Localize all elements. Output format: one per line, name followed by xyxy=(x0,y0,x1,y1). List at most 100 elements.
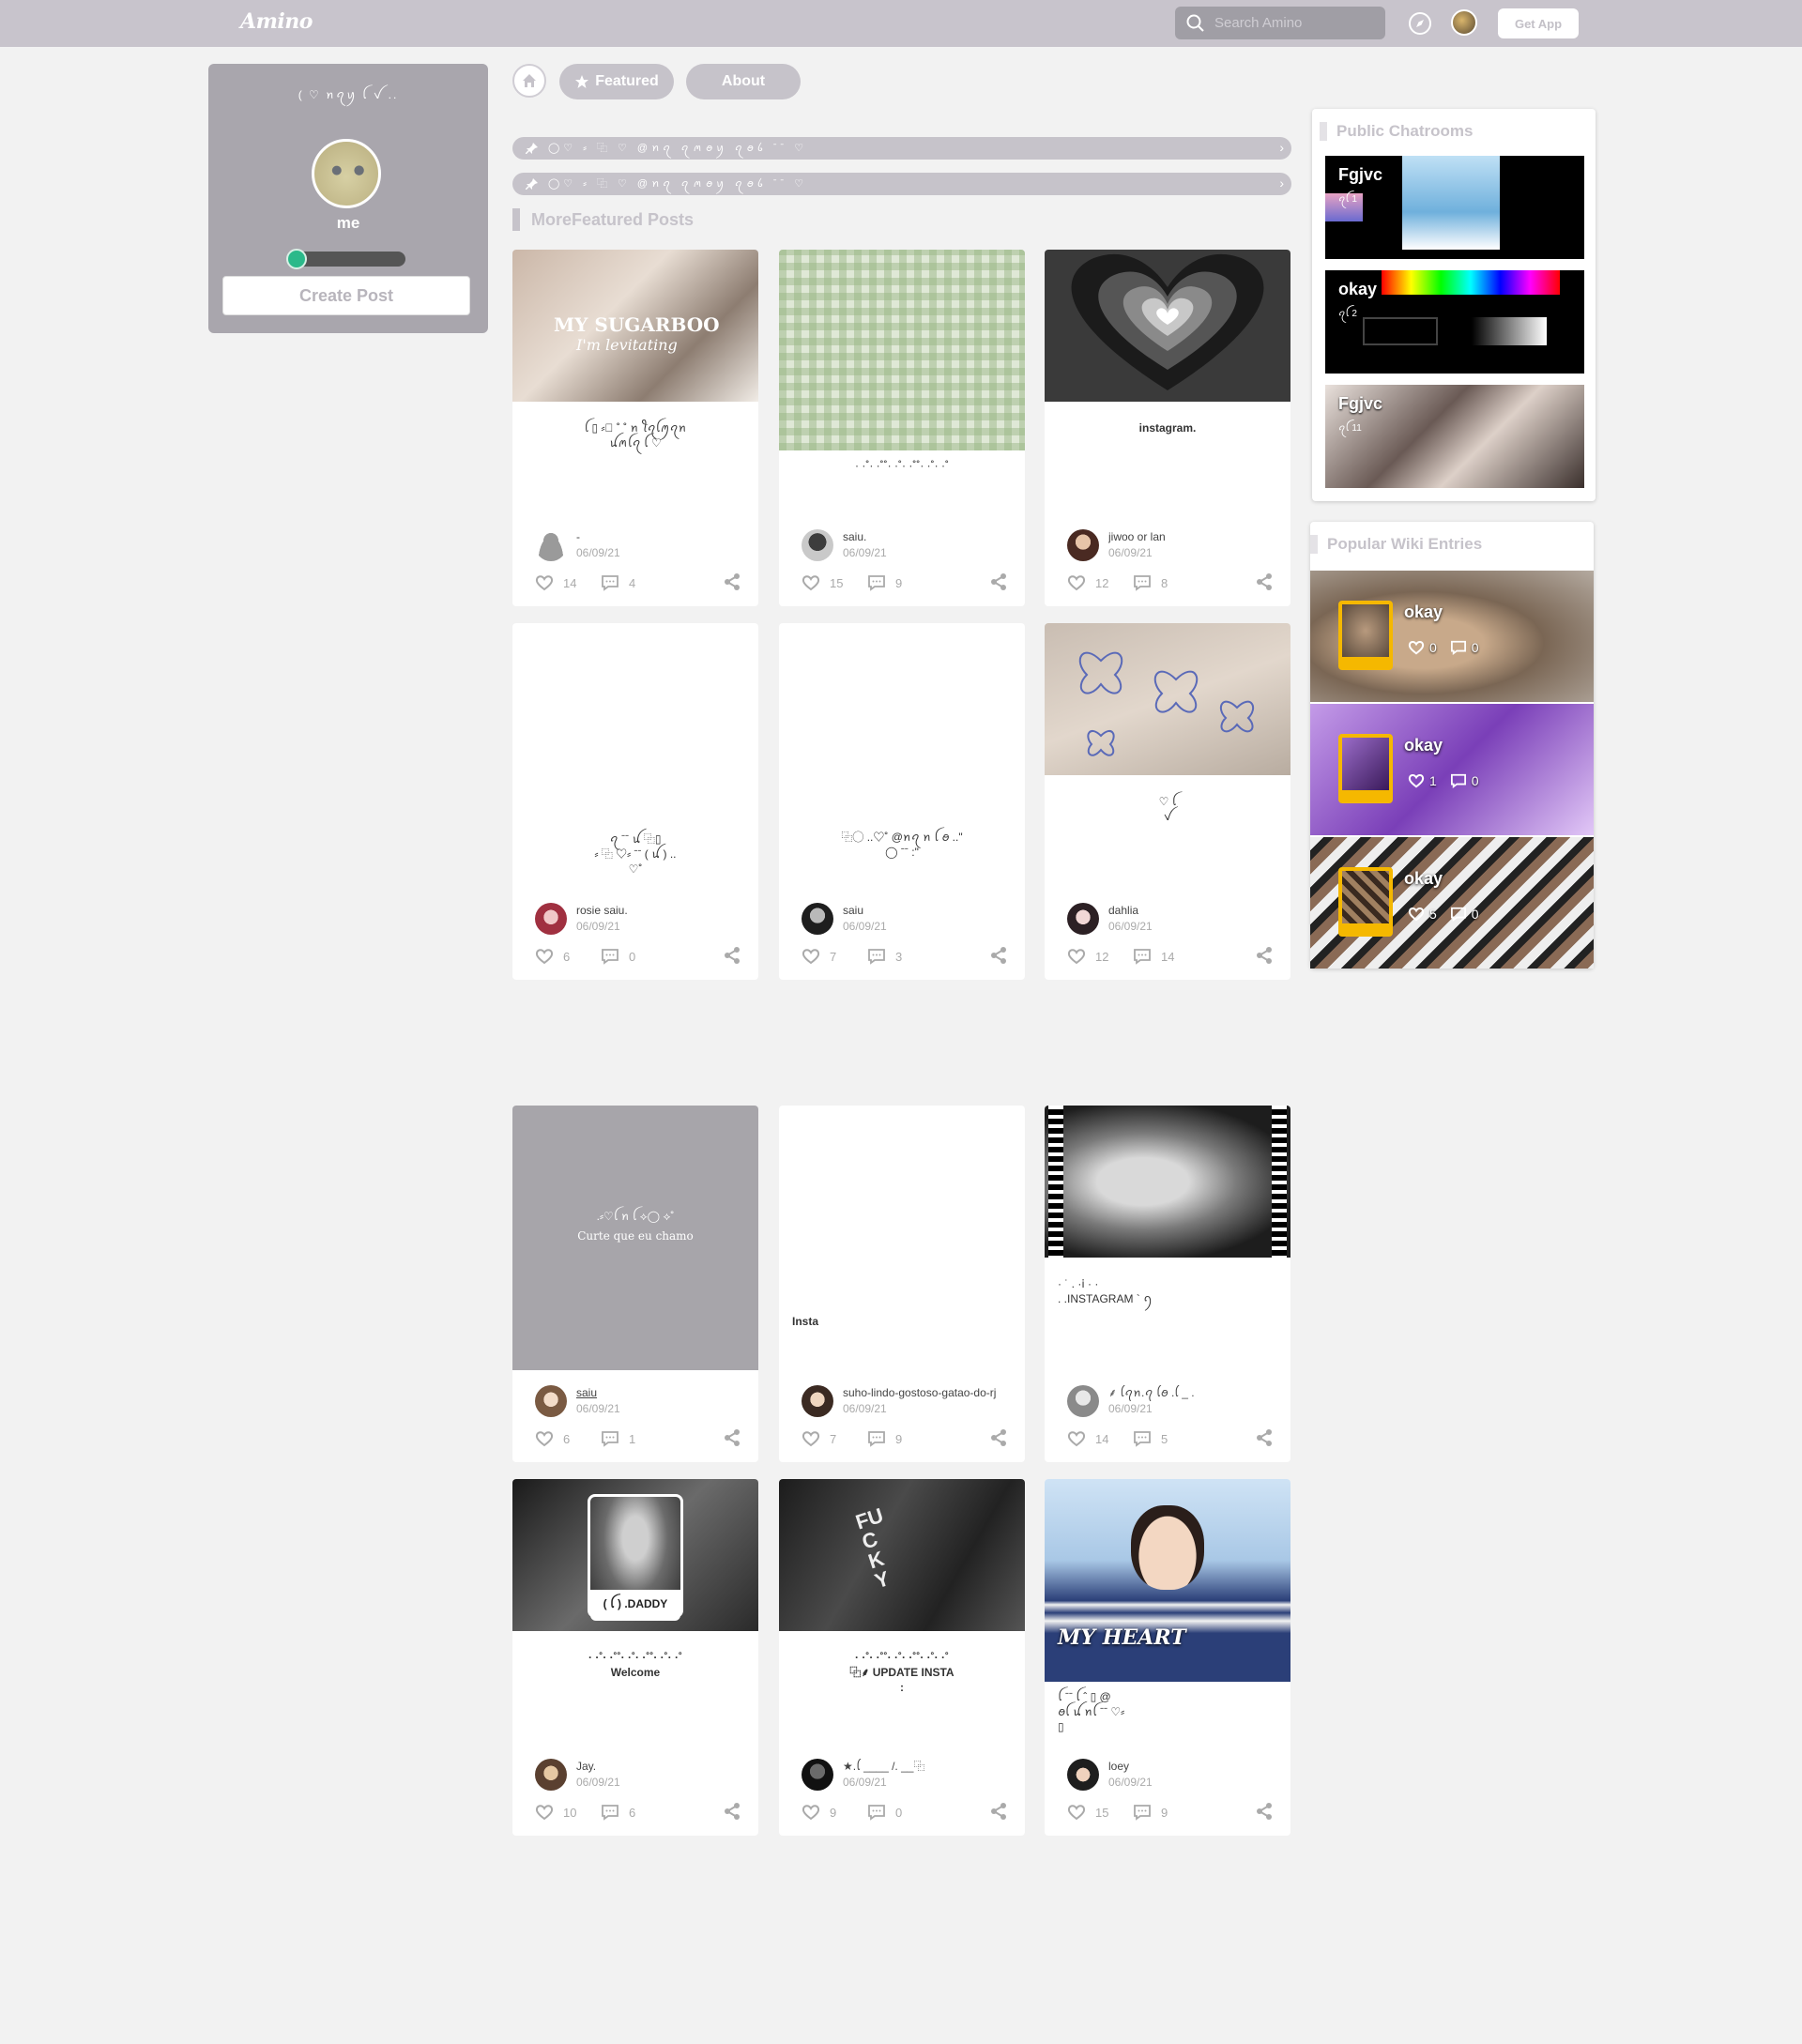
post-card[interactable]: · ˙ . ·ⅰ · · . .INSTAGRAM ` ꪆ ⸙ ꪶꪖꪀ.ꪖ ꪶꪮ… xyxy=(1045,1106,1290,1462)
profile-avatar[interactable] xyxy=(312,139,381,208)
share-button[interactable] xyxy=(723,572,741,594)
post-card[interactable]: · ·˚· ·˚˚· ·˚· ·˚˚· ·˚· ·˚ saiu. 06/09/21… xyxy=(779,250,1025,606)
comment-button[interactable]: 1 xyxy=(601,1430,666,1447)
post-author[interactable]: ⸙ ꪶꪖꪀ.ꪖ ꪶꪮ .ꪶ _ . 06/09/21 xyxy=(1067,1385,1195,1417)
home-button[interactable] xyxy=(512,64,546,98)
profile-name[interactable]: me xyxy=(208,214,488,233)
post-card[interactable]: .⸗♡ꪶ ꪀ ꪶ ⟡◯ ⟡˚ Curte que eu chamo saiu 06… xyxy=(512,1106,758,1462)
amino-logo[interactable]: Amino xyxy=(240,9,313,34)
post-author[interactable]: rosie saiu. 06/09/21 xyxy=(535,903,628,935)
wiki-likes[interactable]: 0 xyxy=(1408,640,1437,655)
author-name[interactable]: rosie saiu. xyxy=(576,903,628,919)
author-name[interactable]: Jay. xyxy=(576,1759,620,1775)
pinned-announcement[interactable]: ◯♡ ⸗ ⿻ ♡ @ꪀꪖ ꪖꪔꪮꪗ ꪖꪮꪉ ˉˉ ♡ › xyxy=(512,137,1291,160)
like-button[interactable]: 15 xyxy=(802,574,867,591)
chatroom-item[interactable]: Fgjvc ꪖꪶ 1 xyxy=(1325,156,1584,259)
author-name[interactable]: suho-lindo-gostoso-gatao-do-rj xyxy=(843,1385,996,1401)
wiki-comments[interactable]: 0 xyxy=(1450,773,1479,788)
author-name[interactable]: dahlia xyxy=(1108,903,1153,919)
author-name[interactable]: saiu xyxy=(843,903,887,919)
tab-featured[interactable]: Featured xyxy=(559,64,674,99)
post-author[interactable]: -06/09/21 xyxy=(535,529,620,561)
post-author[interactable]: Jay. 06/09/21 xyxy=(535,1759,620,1791)
comment-button[interactable]: 0 xyxy=(601,948,666,965)
share-button[interactable] xyxy=(723,1428,741,1450)
search-box[interactable] xyxy=(1175,7,1385,39)
share-button[interactable] xyxy=(1255,1802,1274,1823)
wiki-entry[interactable]: okay 1 0 xyxy=(1310,704,1594,835)
post-author[interactable]: jiwoo or lan 06/09/21 xyxy=(1067,529,1166,561)
heart-icon xyxy=(802,575,820,591)
wiki-comments[interactable]: 0 xyxy=(1450,907,1479,922)
compass-icon[interactable] xyxy=(1408,11,1432,36)
like-button[interactable]: 7 xyxy=(802,948,867,965)
comment-button[interactable]: 9 xyxy=(1133,1804,1199,1821)
post-author[interactable]: dahlia 06/09/21 xyxy=(1067,903,1153,935)
comment-button[interactable]: 4 xyxy=(601,574,666,591)
comment-button[interactable]: 9 xyxy=(867,1430,933,1447)
post-author[interactable]: saiu 06/09/21 xyxy=(802,903,887,935)
author-name[interactable]: - xyxy=(576,529,620,545)
get-app-button[interactable]: Get App xyxy=(1498,8,1579,38)
like-button[interactable]: 14 xyxy=(535,574,601,591)
comment-button[interactable]: 0 xyxy=(867,1804,933,1821)
post-author[interactable]: ★.ꪶ ____ /. __⿻ 06/09/21 xyxy=(802,1759,924,1791)
post-card[interactable]: instagram. jiwoo or lan 06/09/21 12 8 xyxy=(1045,250,1290,606)
share-button[interactable] xyxy=(1255,1428,1274,1450)
comment-button[interactable]: 6 xyxy=(601,1804,666,1821)
like-button[interactable]: 14 xyxy=(1067,1430,1133,1447)
search-input[interactable] xyxy=(1214,15,1374,31)
author-avatar xyxy=(1067,1385,1099,1417)
comment-button[interactable]: 8 xyxy=(1133,574,1199,591)
like-button[interactable]: 15 xyxy=(1067,1804,1133,1821)
author-name[interactable]: saiu. xyxy=(843,529,887,545)
share-button[interactable] xyxy=(989,572,1008,594)
post-card[interactable]: MY SUGARBOO I'm levitating ꪶ ▯ ⸗᷼ ˚ ˚ ꪀ … xyxy=(512,250,758,606)
user-avatar[interactable] xyxy=(1451,9,1477,36)
wiki-entry[interactable]: okay 5 0 xyxy=(1310,837,1594,969)
chatroom-item[interactable]: okay ꪖꪶ 2 xyxy=(1325,270,1584,374)
comment-button[interactable]: 5 xyxy=(1133,1430,1199,1447)
share-button[interactable] xyxy=(1255,572,1274,594)
post-card[interactable]: Insta suho-lindo-gostoso-gatao-do-rj 06/0… xyxy=(779,1106,1025,1462)
wiki-likes[interactable]: 5 xyxy=(1408,907,1437,922)
chatroom-item[interactable]: Fgjvc ꪖꪶ 11 xyxy=(1325,385,1584,488)
pinned-announcement[interactable]: ◯♡ ⸗ ⿻ ♡ @ꪀꪖ ꪖꪔꪮꪗ ꪖꪮꪉ ˉˉ ♡ › xyxy=(512,173,1291,195)
author-name[interactable]: loey xyxy=(1108,1759,1153,1775)
share-button[interactable] xyxy=(989,1428,1008,1450)
share-button[interactable] xyxy=(723,946,741,968)
post-author[interactable]: saiu. 06/09/21 xyxy=(802,529,887,561)
comment-button[interactable]: 3 xyxy=(867,948,933,965)
post-author[interactable]: saiu 06/09/21 xyxy=(535,1385,620,1417)
post-card[interactable]: MY HEART ꪶ ˉˉ ꪶ ˆ ▯ @ ꪮꪶ ꪊ ꪀꪶ ˉˉ ♡⸗ ▯ lo… xyxy=(1045,1479,1290,1836)
like-button[interactable]: 6 xyxy=(535,948,601,965)
share-button[interactable] xyxy=(1255,946,1274,968)
like-button[interactable]: 10 xyxy=(535,1804,601,1821)
like-button[interactable]: 12 xyxy=(1067,948,1133,965)
like-button[interactable]: 12 xyxy=(1067,574,1133,591)
author-name[interactable]: ⸙ ꪶꪖꪀ.ꪖ ꪶꪮ .ꪶ _ . xyxy=(1108,1385,1195,1401)
wiki-likes[interactable]: 1 xyxy=(1408,773,1437,788)
like-button[interactable]: 7 xyxy=(802,1430,867,1447)
create-post-button[interactable]: Create Post xyxy=(222,276,470,315)
author-name[interactable]: jiwoo or lan xyxy=(1108,529,1166,545)
post-author[interactable]: suho-lindo-gostoso-gatao-do-rj 06/09/21 xyxy=(802,1385,996,1417)
wiki-entry[interactable]: okay 0 0 xyxy=(1310,571,1594,702)
share-button[interactable] xyxy=(723,1802,741,1823)
wiki-comments[interactable]: 0 xyxy=(1450,640,1479,655)
share-button[interactable] xyxy=(989,946,1008,968)
author-name[interactable]: saiu xyxy=(576,1385,620,1401)
post-card[interactable]: ♡ ꪶ ꪜ dahlia 06/09/21 12 14 xyxy=(1045,623,1290,980)
author-name[interactable]: ★.ꪶ ____ /. __⿻ xyxy=(843,1759,924,1775)
share-button[interactable] xyxy=(989,1802,1008,1823)
like-button[interactable]: 9 xyxy=(802,1804,867,1821)
like-button[interactable]: 6 xyxy=(535,1430,601,1447)
comment-button[interactable]: 14 xyxy=(1133,948,1199,965)
post-author[interactable]: loey 06/09/21 xyxy=(1067,1759,1153,1791)
post-card[interactable]: FUCK Y · ·˚· ·˚˚· ·˚· ·˚˚· ·˚· ·˚ ⿻⸙ UPD… xyxy=(779,1479,1025,1836)
post-card[interactable]: ⿻◯ ..♡˚ @ꪀꪖ ꪀ ꪶ ꪮ .." ◯ ˉˉ :" saiu 06/09/… xyxy=(779,623,1025,980)
post-card[interactable]: ( ꪶ ) .DADDY · ·˚· ·˚˚· ·˚· ·˚˚· ·˚· ·˚ … xyxy=(512,1479,758,1836)
post-card[interactable]: ꪖ ˉˉ ꪊ ⿻▯ ⸗ ⿻ ♡⸗ ˉˉ ( ꪊ ) .. ♡˚ rosie sa… xyxy=(512,623,758,980)
tab-about[interactable]: About xyxy=(686,64,801,99)
comment-button[interactable]: 9 xyxy=(867,574,933,591)
